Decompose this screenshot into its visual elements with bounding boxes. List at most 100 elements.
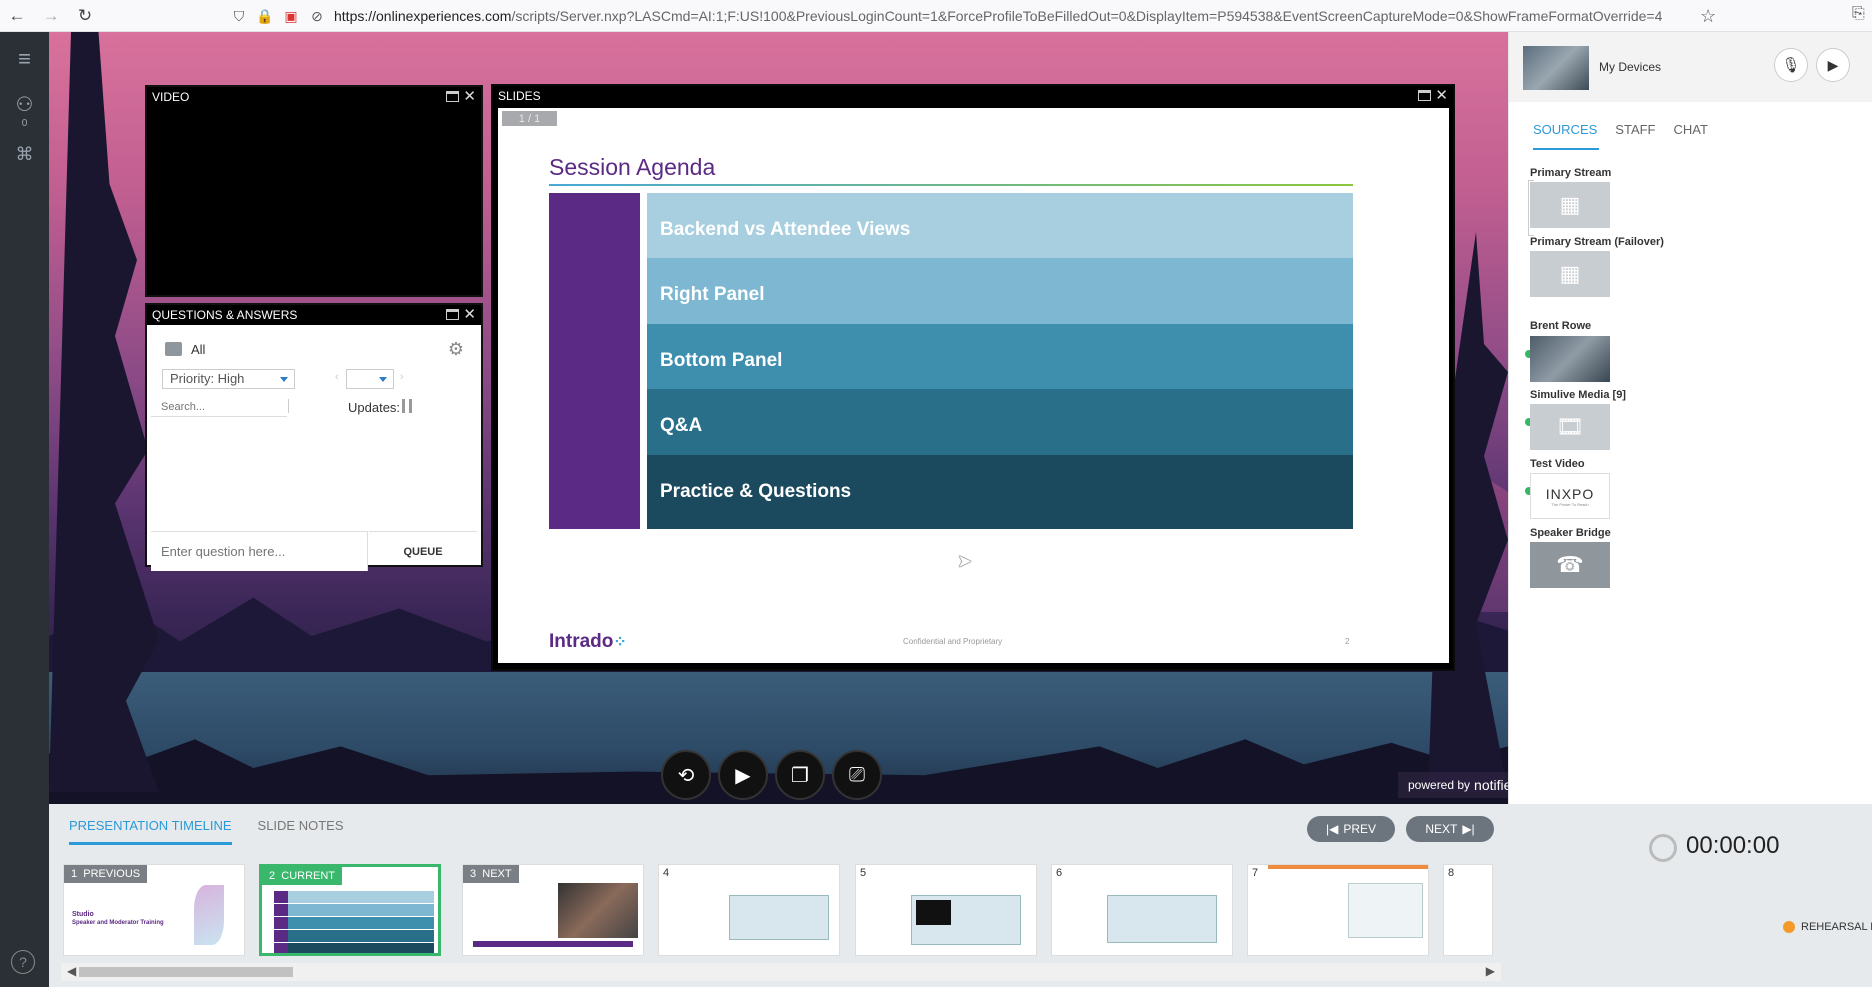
- timeline-thumb[interactable]: 6: [1051, 864, 1233, 956]
- timeline-thumb[interactable]: 5: [855, 864, 1037, 956]
- primary-stream-tile[interactable]: ▦: [1530, 182, 1610, 228]
- agenda-item: Backend vs Attendee Views: [549, 193, 1353, 267]
- close-icon[interactable]: ✕: [463, 88, 476, 105]
- chevron-down-icon: [379, 377, 387, 382]
- scroll-left-icon[interactable]: ◀: [67, 964, 76, 978]
- slide-canvas[interactable]: 1 / 1 Session Agenda Backend vs Attendee…: [498, 108, 1449, 663]
- next-button[interactable]: NEXT ▶|: [1406, 816, 1494, 842]
- url-text[interactable]: https://onlinexperiences.com/scripts/Ser…: [334, 8, 1662, 24]
- timeline-thumb-current[interactable]: 2 CURRENT: [259, 864, 441, 956]
- intrado-logo: Intrado⁘: [549, 631, 627, 652]
- stage-background: VIDEO ✕ QUESTIONS & ANSWERS ✕ All ⚙ Prio…: [49, 32, 1508, 804]
- speaker-bridge-tile[interactable]: ☎: [1530, 542, 1610, 588]
- scroll-right-icon[interactable]: ▶: [1486, 964, 1495, 978]
- timeline-thumb[interactable]: 1 PREVIOUS Studio Speaker and Moderator …: [63, 864, 245, 956]
- pause-icon[interactable]: [402, 399, 412, 413]
- devices-title: My Devices: [1599, 60, 1662, 74]
- refresh-icon: ⟲: [677, 764, 695, 787]
- permissions-icon[interactable]: ▣: [282, 7, 300, 25]
- question-input[interactable]: [151, 531, 368, 571]
- test-video-tile[interactable]: INXPO The Power To Reach: [1530, 473, 1610, 519]
- broken-image-icon: ▦: [1559, 261, 1581, 286]
- queue-button[interactable]: QUEUE: [369, 531, 477, 571]
- help-icon[interactable]: ?: [11, 950, 35, 974]
- search-input[interactable]: [151, 397, 287, 417]
- network-icon[interactable]: ⌘: [0, 144, 49, 165]
- agenda-item: Q&A: [549, 389, 1353, 463]
- timeline-thumb[interactable]: 8: [1443, 864, 1493, 956]
- left-rail: ≡ ⚇ 0 ⌘: [0, 32, 49, 987]
- right-panel: My Devices 🎙 ▶ SOURCES STAFF CHAT Primar…: [1508, 32, 1872, 804]
- maximize-icon[interactable]: [446, 309, 459, 320]
- play-media-button[interactable]: ▶: [718, 750, 768, 800]
- right-panel-tabs: SOURCES STAFF CHAT: [1509, 122, 1872, 150]
- chevron-left-icon[interactable]: ‹: [335, 371, 339, 383]
- maximize-icon[interactable]: [1418, 90, 1431, 101]
- maximize-icon[interactable]: [446, 91, 459, 102]
- screen-share-button[interactable]: ⎚: [832, 750, 882, 800]
- prev-button[interactable]: |◀ PREV: [1307, 816, 1395, 842]
- lock-icon[interactable]: 🔒: [256, 7, 274, 25]
- slide-title: Session Agenda: [549, 154, 716, 180]
- film-icon: 🎞: [1556, 414, 1584, 439]
- tab-sources[interactable]: SOURCES: [1533, 122, 1600, 150]
- slides-button[interactable]: ❐: [775, 750, 825, 800]
- bookmark-star-icon[interactable]: ☆: [1700, 6, 1716, 27]
- priority-select[interactable]: Priority: High: [162, 369, 295, 389]
- tab-presentation-timeline[interactable]: PRESENTATION TIMELINE: [69, 818, 232, 845]
- source-label: Primary Stream (Failover): [1530, 236, 1664, 248]
- tab-staff[interactable]: STAFF: [1615, 122, 1669, 150]
- powered-by-notified: powered by notified: [1398, 772, 1508, 798]
- menu-icon[interactable]: ≡: [0, 46, 49, 72]
- source-label: Brent Rowe: [1530, 320, 1592, 332]
- failover-stream-tile[interactable]: ▦: [1530, 251, 1610, 297]
- extension-icon[interactable]: ⎘: [1852, 5, 1865, 23]
- source-label: Test Video: [1530, 458, 1585, 470]
- tab-slide-notes[interactable]: SLIDE NOTES: [258, 818, 344, 845]
- tab-chat[interactable]: CHAT: [1674, 122, 1722, 150]
- scroll-thumb[interactable]: [79, 967, 293, 977]
- back-icon[interactable]: ←: [0, 0, 34, 32]
- source-label: Primary Stream: [1530, 167, 1612, 179]
- address-bar[interactable]: ⛉ 🔒 ▣ ⊘ https://onlinexperiences.com/scr…: [230, 0, 1663, 32]
- camera-icon[interactable]: ▶: [1816, 48, 1850, 82]
- mute-icon[interactable]: ⊘: [308, 7, 326, 25]
- timeline-thumb[interactable]: 3 NEXT: [462, 864, 644, 956]
- timeline-scrollbar[interactable]: ◀ ▶: [61, 963, 1501, 981]
- folder-icon[interactable]: [165, 342, 182, 356]
- timeline-panel: PRESENTATION TIMELINE SLIDE NOTES |◀ PREV…: [49, 804, 1508, 987]
- close-icon[interactable]: ✕: [1435, 87, 1448, 104]
- brent-rowe-tile[interactable]: [1530, 336, 1610, 382]
- skip-back-icon: |◀: [1325, 822, 1339, 836]
- source-label: Speaker Bridge: [1530, 527, 1611, 539]
- timeline-thumb[interactable]: 7: [1247, 864, 1429, 956]
- users-icon[interactable]: ⚇: [0, 92, 49, 117]
- video-panel: VIDEO ✕: [145, 85, 483, 297]
- slides-panel-title: SLIDES: [498, 89, 541, 103]
- updates-label: Updates:: [348, 400, 401, 415]
- refresh-button[interactable]: ⟲: [661, 750, 711, 800]
- video-player[interactable]: [147, 107, 481, 295]
- timer-panel: 00:00:00 REHEARSAL M: [1508, 804, 1872, 987]
- qa-folder-label[interactable]: All: [191, 342, 205, 357]
- inxpo-logo: INXPO: [1545, 485, 1595, 502]
- simulive-media-tile[interactable]: 🎞: [1530, 404, 1610, 450]
- timeline-thumb[interactable]: 4: [658, 864, 840, 956]
- agenda-item: Bottom Panel: [549, 324, 1353, 398]
- microphone-icon[interactable]: 🎙: [1774, 48, 1808, 82]
- phone-icon: ☎: [1556, 552, 1584, 577]
- rehearsal-mode-label[interactable]: REHEARSAL M: [1801, 921, 1872, 933]
- skip-forward-icon: ▶|: [1462, 822, 1475, 836]
- reload-icon[interactable]: ↻: [68, 0, 102, 32]
- gear-icon[interactable]: ⚙: [448, 339, 464, 360]
- page-select[interactable]: [346, 369, 394, 389]
- broken-image-icon: ▦: [1559, 192, 1581, 217]
- close-icon[interactable]: ✕: [463, 306, 476, 323]
- shield-icon[interactable]: ⛉: [230, 7, 248, 25]
- slide-page-number: 2: [1345, 637, 1350, 646]
- forward-icon[interactable]: →: [34, 0, 68, 32]
- slide-footer: Confidential and Proprietary: [903, 637, 1003, 646]
- device-preview[interactable]: [1523, 46, 1589, 90]
- chevron-right-icon[interactable]: ›: [400, 371, 404, 383]
- question-list[interactable]: [151, 421, 477, 529]
